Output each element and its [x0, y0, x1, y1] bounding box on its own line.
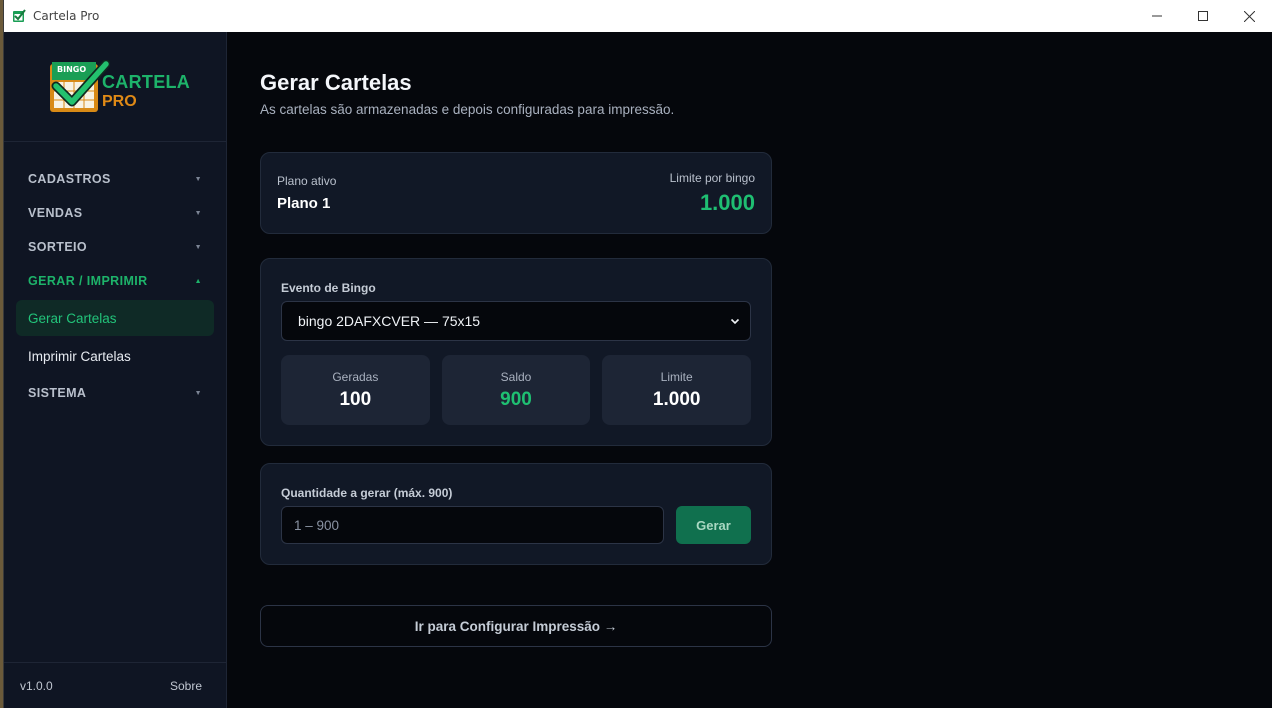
about-link[interactable]: Sobre — [170, 679, 202, 693]
stat-label: Saldo — [500, 369, 532, 384]
event-select[interactable]: bingo 2DAFXCVER — 75x15 — [281, 301, 751, 341]
sidebar: BINGO CARTELA PRO CADASTROS ▼ VENDAS ▼ S… — [4, 32, 227, 708]
logo-text-cartela: CARTELA — [102, 72, 191, 92]
sidebar-section-vendas[interactable]: VENDAS ▼ — [4, 196, 226, 230]
sidebar-section-gerar-imprimir[interactable]: GERAR / IMPRIMIR ▲ — [4, 264, 226, 298]
stat-saldo: Saldo 900 — [441, 355, 591, 425]
chevron-down-icon: ▼ — [194, 243, 202, 251]
event-label: Evento de Bingo — [281, 281, 376, 295]
quantity-label: Quantidade a gerar (máx. 900) — [281, 486, 453, 500]
sidebar-section-label: SISTEMA — [28, 386, 87, 400]
limit-value: 1.000 — [699, 190, 755, 215]
stat-value: 1.000 — [652, 388, 701, 410]
chevron-down-icon: ▼ — [194, 389, 202, 397]
logo-text-pro: PRO — [102, 93, 137, 110]
sidebar-item-label: Imprimir Cartelas — [28, 348, 131, 364]
title-bar: Cartela Pro — [4, 0, 1272, 32]
main-content: Gerar Cartelas As cartelas são armazenad… — [228, 32, 1272, 708]
chevron-down-icon: ▼ — [194, 175, 202, 183]
event-stats: Geradas 100 Saldo 900 Limite 1.000 — [281, 355, 752, 425]
chevron-down-icon — [730, 318, 740, 325]
chevron-down-icon: ▼ — [194, 209, 202, 217]
stat-limite: Limite 1.000 — [602, 355, 752, 425]
plan-name: Plano 1 — [277, 195, 331, 212]
sidebar-section-label: GERAR / IMPRIMIR — [28, 274, 148, 288]
stat-value: 100 — [339, 388, 372, 410]
plan-card: Plano ativo Plano 1 Limite por bingo 1.0… — [260, 152, 772, 234]
event-select-value: bingo 2DAFXCVER — 75x15 — [298, 313, 481, 329]
sidebar-section-label: CADASTROS — [28, 172, 111, 186]
sidebar-item-label: Gerar Cartelas — [28, 310, 117, 326]
chevron-up-icon: ▲ — [194, 277, 202, 285]
sidebar-section-label: VENDAS — [28, 206, 83, 220]
gerar-button[interactable]: Gerar — [676, 506, 751, 544]
window-controls — [1134, 0, 1272, 32]
sidebar-item-imprimir-cartelas[interactable]: Imprimir Cartelas — [16, 338, 214, 374]
stat-label: Geradas — [332, 369, 379, 384]
stat-label: Limite — [660, 369, 693, 384]
version-label: v1.0.0 — [20, 678, 53, 693]
logo: BINGO CARTELA PRO — [4, 32, 226, 142]
sidebar-section-cadastros[interactable]: CADASTROS ▼ — [4, 162, 226, 196]
app-window: Cartela Pro BINGO CARTELA PRO CADASTROS … — [3, 0, 1272, 708]
event-card: Evento de Bingo bingo 2DAFXCVER — 75x15 … — [260, 258, 772, 446]
window-title: Cartela Pro — [33, 9, 100, 23]
page-title: Gerar Cartelas — [260, 70, 412, 95]
configurar-impressao-button[interactable]: Ir para Configurar Impressão → — [260, 605, 772, 647]
sidebar-section-label: SORTEIO — [28, 240, 88, 254]
app-icon — [13, 9, 26, 22]
sidebar-nav: CADASTROS ▼ VENDAS ▼ SORTEIO ▼ GERAR / I… — [4, 142, 226, 410]
limit-label: Limite por bingo — [669, 171, 755, 185]
minimize-icon — [1152, 15, 1162, 17]
quantity-card: Quantidade a gerar (máx. 900) Gerar — [260, 463, 772, 565]
close-button[interactable] — [1226, 0, 1272, 32]
minimize-button[interactable] — [1134, 0, 1180, 32]
stat-value: 900 — [500, 388, 532, 410]
stat-geradas: Geradas 100 — [281, 355, 430, 425]
plan-label: Plano ativo — [277, 174, 337, 188]
maximize-icon — [1198, 11, 1208, 21]
sidebar-section-sorteio[interactable]: SORTEIO ▼ — [4, 230, 226, 264]
close-icon — [1243, 10, 1255, 22]
sidebar-section-sistema[interactable]: SISTEMA ▼ — [4, 376, 226, 410]
quantity-input[interactable] — [281, 506, 664, 544]
page-subtitle: As cartelas são armazenadas e depois con… — [260, 102, 675, 117]
sidebar-footer: v1.0.0 Sobre — [4, 662, 226, 708]
maximize-button[interactable] — [1180, 0, 1226, 32]
sidebar-item-gerar-cartelas[interactable]: Gerar Cartelas — [16, 300, 214, 336]
logo-badge: BINGO — [57, 65, 87, 74]
